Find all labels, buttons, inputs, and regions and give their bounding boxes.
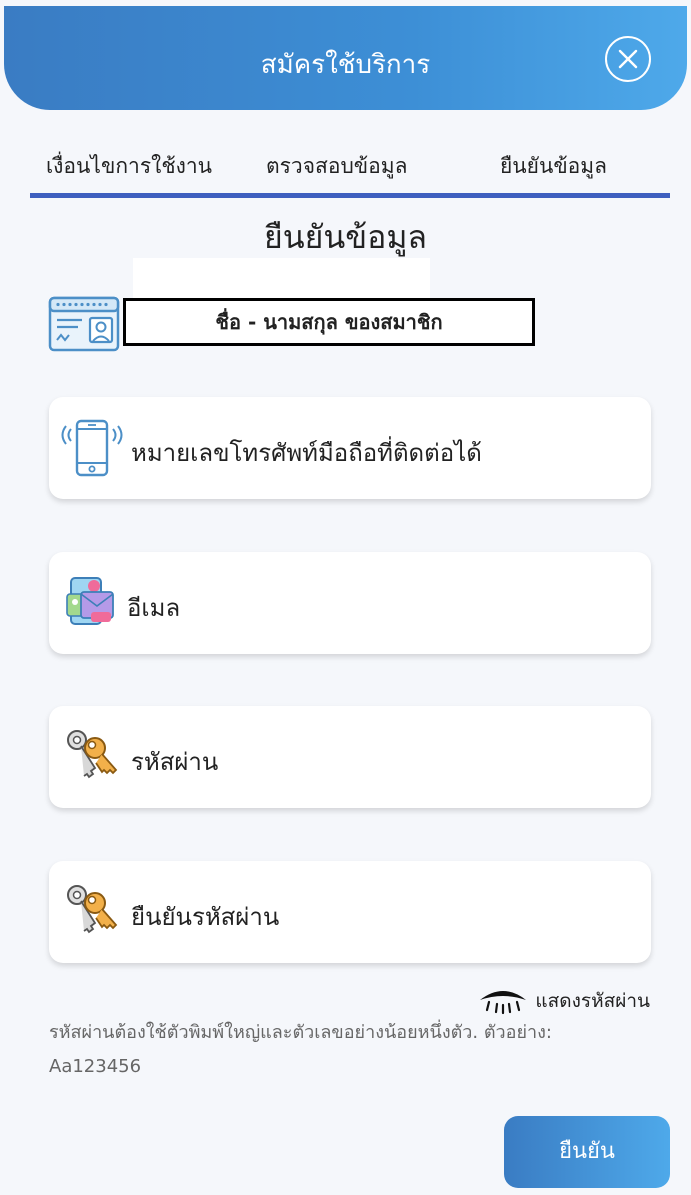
confirm-password-field-label: ยืนยันรหัสผ่าน	[131, 903, 280, 931]
header-bar: สมัครใช้บริการ	[4, 6, 687, 110]
email-field-label: อีเมล	[127, 594, 181, 622]
password-hint-example: Aa123456	[49, 1056, 142, 1077]
page-title: สมัครใช้บริการ	[260, 50, 431, 80]
password-hint: รหัสผ่านต้องใช้ตัวพิมพ์ใหญ่และตัวเลขอย่า…	[49, 1016, 659, 1084]
close-button[interactable]	[605, 36, 651, 82]
password-hint-line1: รหัสผ่านต้องใช้ตัวพิมพ์ใหญ่และตัวเลขอย่า…	[49, 1022, 552, 1043]
confirm-password-field[interactable]: ยืนยันรหัสผ่าน	[49, 861, 651, 963]
show-password-toggle[interactable]: แสดงรหัสผ่าน	[477, 986, 650, 1016]
phone-field[interactable]: หมายเลขโทรศัพท์มือถือที่ติดต่อได้	[49, 397, 651, 499]
mobile-phone-icon	[61, 419, 123, 477]
password-field-label: รหัสผ่าน	[131, 748, 219, 776]
keys-icon	[67, 730, 118, 779]
email-field[interactable]: อีเมล	[49, 552, 651, 654]
confirm-button[interactable]: ยืนยัน	[504, 1116, 670, 1188]
tab-verify-info[interactable]: ตรวจสอบข้อมูล	[266, 150, 407, 183]
tab-progress-bar	[30, 193, 670, 198]
close-icon	[618, 49, 638, 69]
member-row: ชื่อ - นามสกุล ของสมาชิก	[48, 296, 548, 352]
tab-terms[interactable]: เงื่อนไขการใช้งาน	[46, 150, 212, 183]
eye-closed-icon	[480, 991, 527, 1015]
member-name-field: ชื่อ - นามสกุล ของสมาชิก	[123, 298, 535, 346]
keys-icon	[67, 885, 118, 934]
phone-field-label: หมายเลขโทรศัพท์มือถือที่ติดต่อได้	[131, 439, 482, 467]
password-field[interactable]: รหัสผ่าน	[49, 706, 651, 808]
id-card-icon	[48, 296, 120, 352]
step-tabs: เงื่อนไขการใช้งาน ตรวจสอบข้อมูล ยืนยันข้…	[30, 140, 670, 200]
tab-confirm-info[interactable]: ยืนยันข้อมูล	[500, 150, 607, 183]
blank-area	[133, 258, 430, 300]
show-password-label: แสดงรหัสผ่าน	[535, 990, 650, 1012]
section-title: ยืนยันข้อมูล	[263, 218, 428, 256]
email-icon	[66, 577, 114, 625]
